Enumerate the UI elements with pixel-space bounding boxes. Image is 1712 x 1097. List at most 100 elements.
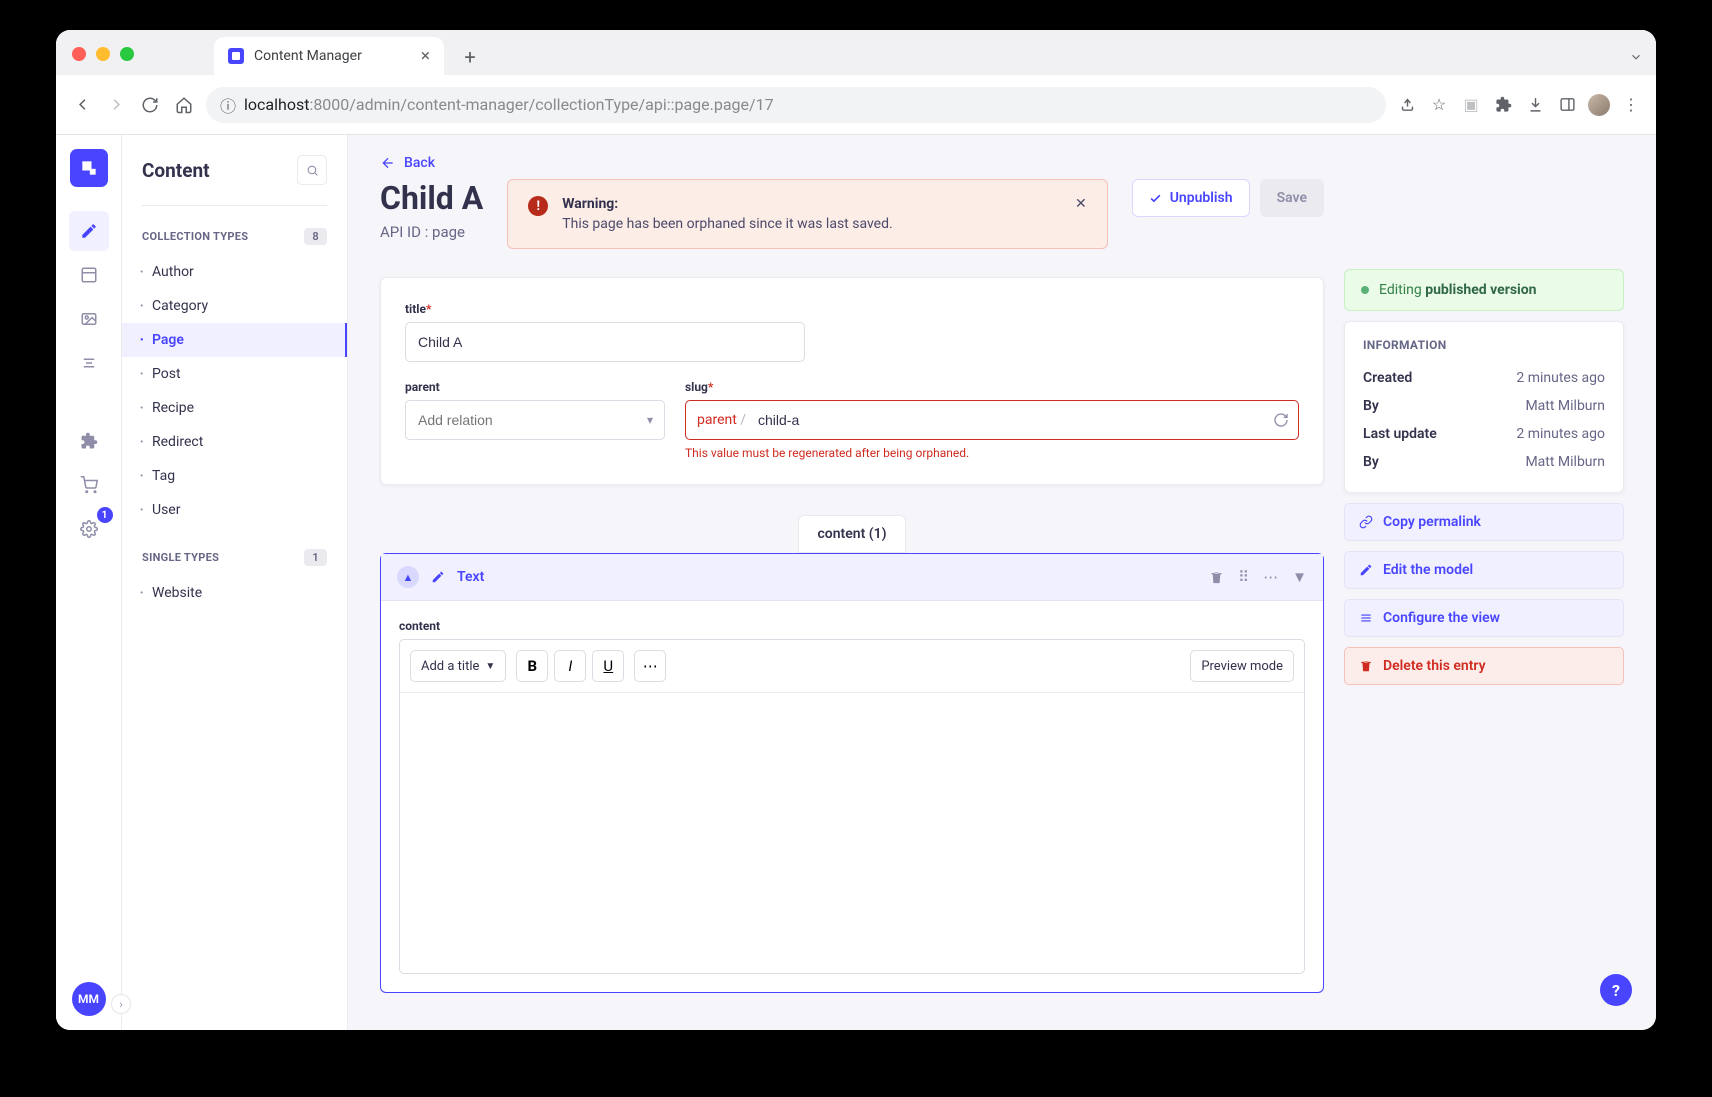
more-icon[interactable]: ⋯ <box>1263 568 1278 586</box>
tabs-dropdown-icon[interactable] <box>1624 45 1648 69</box>
more-format-icon[interactable]: ⋯ <box>634 650 666 682</box>
status-dot-icon <box>1361 286 1369 294</box>
settings-badge: 1 <box>97 507 113 523</box>
trash-icon <box>1359 659 1373 673</box>
dynzone-tab[interactable]: content (1) <box>798 515 905 553</box>
home-icon[interactable] <box>172 93 196 117</box>
maximize-window-icon[interactable] <box>120 47 134 61</box>
nav-content-icon[interactable] <box>69 211 109 251</box>
browser-chrome: Content Manager × + ⓘ localhost:8000/adm… <box>56 30 1656 135</box>
slug-prefix: parent / <box>697 412 746 428</box>
sidepanel-icon[interactable] <box>1556 94 1578 116</box>
alert-title: Warning: <box>562 196 1061 212</box>
copy-permalink-button[interactable]: Copy permalink <box>1344 503 1624 541</box>
forward-icon <box>104 93 128 117</box>
browser-tab[interactable]: Content Manager × <box>214 37 444 75</box>
sidebar-item-redirect[interactable]: Redirect <box>122 425 347 459</box>
italic-icon[interactable]: I <box>554 650 586 682</box>
single-types-list: Website <box>122 572 347 614</box>
warning-alert: ! Warning: This page has been orphaned s… <box>507 179 1107 249</box>
sidebar-item-post[interactable]: Post <box>122 357 347 391</box>
single-types-label: SINGLE TYPES <box>142 551 219 564</box>
underline-icon[interactable]: U <box>592 650 624 682</box>
pencil-icon <box>1359 563 1373 577</box>
slug-label: slug* <box>685 380 1299 394</box>
edit-model-button[interactable]: Edit the model <box>1344 551 1624 589</box>
url-text: localhost:8000/admin/content-manager/col… <box>244 95 774 114</box>
minimize-window-icon[interactable] <box>96 47 110 61</box>
close-window-icon[interactable] <box>72 47 86 61</box>
slug-regenerate-icon[interactable] <box>1273 412 1289 428</box>
window-controls <box>72 47 134 75</box>
nav-media-icon[interactable] <box>69 299 109 339</box>
edit-component-icon[interactable] <box>431 570 445 584</box>
tab-favicon-icon <box>228 48 244 64</box>
sidebar-item-user[interactable]: User <box>122 493 347 527</box>
heading-dropdown[interactable]: Add a title▼ <box>410 650 506 682</box>
sidebar-item-website[interactable]: Website <box>122 576 347 610</box>
download-icon[interactable] <box>1524 94 1546 116</box>
kebab-menu-icon[interactable]: ⋮ <box>1620 94 1642 116</box>
sidebar-item-author[interactable]: Author <box>122 255 347 289</box>
bookmark-icon[interactable]: ☆ <box>1428 94 1450 116</box>
help-button[interactable]: ? <box>1600 974 1632 1006</box>
collection-count: 8 <box>304 228 327 245</box>
nav-list-icon[interactable] <box>69 343 109 383</box>
delete-entry-button[interactable]: Delete this entry <box>1344 647 1624 685</box>
sidebar-item-tag[interactable]: Tag <box>122 459 347 493</box>
component-title: Text <box>457 569 1197 585</box>
back-label: Back <box>404 155 435 171</box>
title-input[interactable] <box>405 322 805 362</box>
back-link[interactable]: Back <box>380 155 1324 171</box>
sidebar-item-page[interactable]: Page <box>122 323 347 357</box>
expand-rail-icon[interactable]: › <box>111 994 131 1014</box>
reload-icon[interactable] <box>138 93 162 117</box>
slug-input[interactable] <box>685 400 1299 440</box>
configure-view-button[interactable]: Configure the view <box>1344 599 1624 637</box>
save-button[interactable]: Save <box>1260 179 1324 217</box>
nav-marketplace-icon[interactable] <box>69 465 109 505</box>
layout-icon <box>1359 611 1373 625</box>
sidebar-search-button[interactable] <box>297 155 327 185</box>
nav-settings-icon[interactable]: 1 <box>69 509 109 549</box>
unpublish-button[interactable]: Unpublish <box>1132 179 1250 217</box>
title-label: title* <box>405 302 1299 316</box>
component-text: ▲ Text ⠿ ⋯ ▼ content <box>380 553 1324 993</box>
app-logo-icon[interactable] <box>70 149 108 187</box>
shield-icon[interactable]: ▣ <box>1460 94 1482 116</box>
trash-icon[interactable] <box>1209 570 1224 585</box>
alert-text: This page has been orphaned since it was… <box>562 216 1061 232</box>
extensions-icon[interactable] <box>1492 94 1514 116</box>
address-bar[interactable]: ⓘ localhost:8000/admin/content-manager/c… <box>206 87 1386 123</box>
information-panel: INFORMATION Created2 minutes ago ByMatt … <box>1344 321 1624 493</box>
back-icon[interactable] <box>70 93 94 117</box>
profile-avatar[interactable] <box>1588 94 1610 116</box>
sidebar-item-category[interactable]: Category <box>122 289 347 323</box>
site-info-icon[interactable]: ⓘ <box>220 93 236 117</box>
parent-select[interactable] <box>405 400 665 440</box>
content-sidebar: Content COLLECTION TYPES8 Author Categor… <box>122 135 348 1030</box>
move-down-icon[interactable]: ▼ <box>1292 568 1307 586</box>
preview-mode-button[interactable]: Preview mode <box>1190 650 1294 682</box>
collapse-icon[interactable]: ▲ <box>397 566 419 588</box>
slug-error: This value must be regenerated after bei… <box>685 446 1299 460</box>
content-label: content <box>399 619 1305 633</box>
share-icon[interactable] <box>1396 94 1418 116</box>
warning-icon: ! <box>528 196 548 216</box>
nav-builder-icon[interactable] <box>69 255 109 295</box>
alert-close-icon[interactable]: ✕ <box>1075 196 1087 212</box>
tab-title: Content Manager <box>254 48 411 64</box>
drag-handle-icon[interactable]: ⠿ <box>1238 568 1249 586</box>
publish-status: Editing published version <box>1344 269 1624 311</box>
user-avatar[interactable]: MM <box>72 982 106 1016</box>
nav-plugins-icon[interactable] <box>69 421 109 461</box>
link-icon <box>1359 515 1373 529</box>
sidebar-title: Content <box>142 159 210 182</box>
single-count: 1 <box>304 549 327 566</box>
bold-icon[interactable]: B <box>516 650 548 682</box>
editor-textarea[interactable] <box>400 693 1304 973</box>
sidebar-item-recipe[interactable]: Recipe <box>122 391 347 425</box>
collection-types-list: Author Category Page Post Recipe Redirec… <box>122 251 347 531</box>
new-tab-button[interactable]: + <box>456 43 484 71</box>
close-tab-icon[interactable]: × <box>421 46 430 66</box>
